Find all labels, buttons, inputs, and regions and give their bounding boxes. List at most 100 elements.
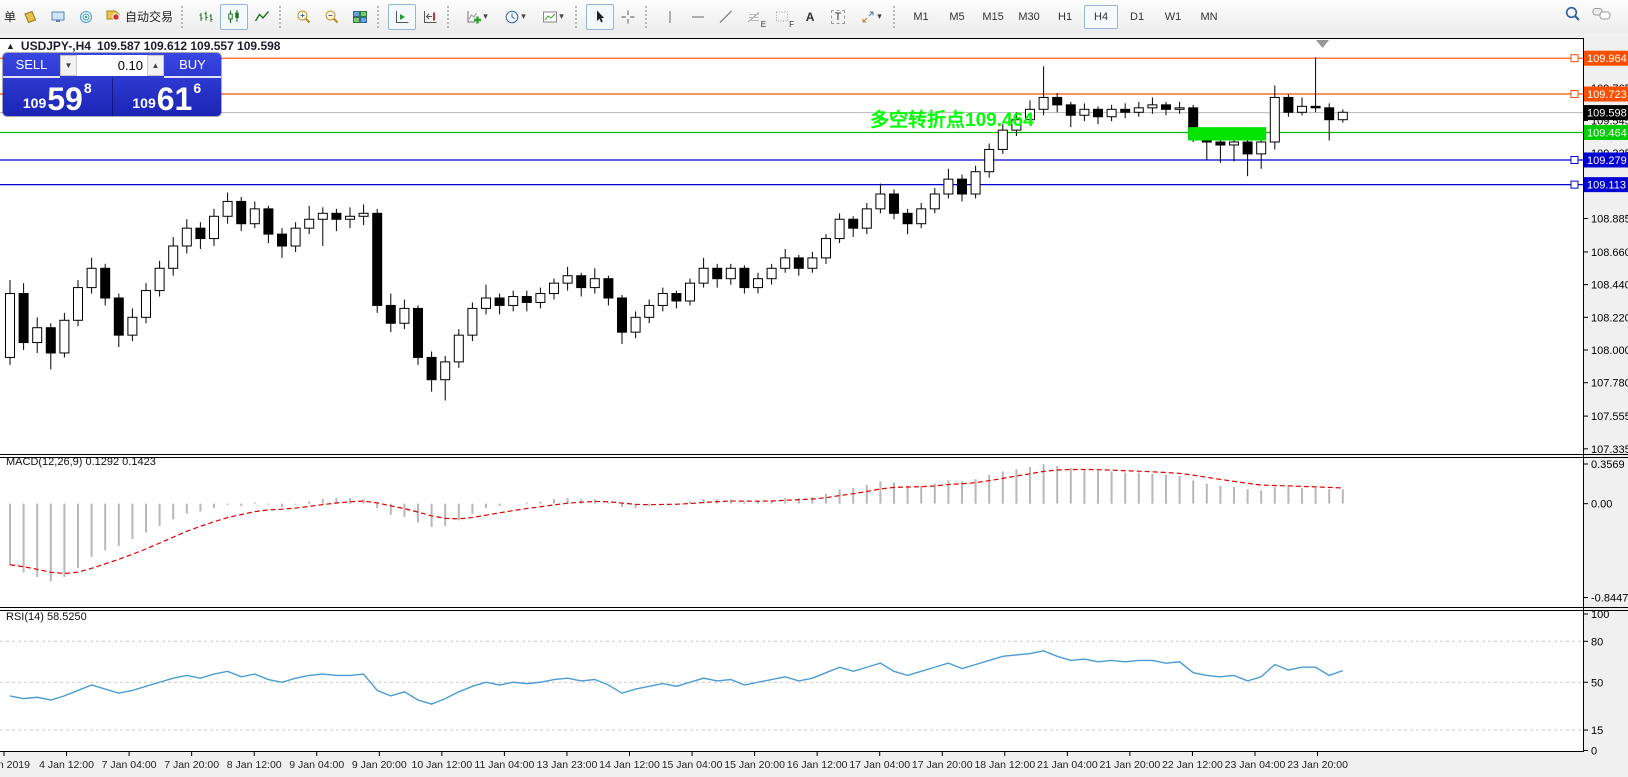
zoom-in-button[interactable] [290, 4, 318, 30]
indicators-button[interactable]: ▾ [458, 4, 496, 30]
vertical-line-button[interactable] [656, 4, 684, 30]
candle-up [250, 209, 259, 224]
volume-control: ▼ ▲ [60, 55, 164, 76]
candle-down [264, 209, 273, 234]
candle-down [1311, 106, 1320, 107]
line-handle[interactable] [1571, 181, 1578, 188]
chart-plot-area[interactable] [0, 39, 1584, 752]
timeframe-d1-button[interactable]: D1 [1120, 5, 1154, 29]
candle-up [1148, 105, 1157, 108]
candle-up [1080, 109, 1089, 115]
macd-tick-label: -0.8447 [1591, 593, 1628, 605]
chart-shift-icon [422, 9, 438, 25]
line-handle[interactable] [1571, 91, 1578, 98]
indicators-icon [466, 9, 482, 25]
trendline-button[interactable] [712, 4, 740, 30]
chart-canvas[interactable]: 109.765109.545109.325109.105108.885108.6… [0, 0, 1628, 777]
tile-windows-button[interactable] [346, 4, 374, 30]
candle-up [550, 283, 559, 293]
toolbar-grip [279, 6, 285, 28]
arrows-tool-button[interactable]: ▾ [852, 4, 890, 30]
time-tick-label: 7 Jan 20:00 [164, 759, 219, 771]
auto-trading-label: 自动交易 [125, 8, 173, 25]
dropdown-arrow-icon: ▾ [521, 11, 526, 22]
candle-down [196, 228, 205, 238]
candle-up [1338, 112, 1347, 119]
timeframe-m15-button[interactable]: M15 [976, 5, 1010, 29]
pivot-zone-rect[interactable] [1188, 127, 1266, 140]
candle-up [87, 268, 96, 287]
crosshair-button[interactable] [614, 4, 642, 30]
main-toolbar: 单 自动交易 ▾ ▾ ▾ E F A T ▾ M1M5M15M30H1H4D1W… [0, 0, 1628, 33]
candle-down [903, 213, 912, 223]
periods-button[interactable]: ▾ [496, 4, 534, 30]
time-tick-label: 16 Jan 12:00 [787, 759, 848, 771]
candle-down [849, 219, 858, 228]
line-handle[interactable] [1571, 55, 1578, 62]
toolbar-grip [893, 6, 899, 28]
line-handle[interactable] [1571, 156, 1578, 163]
volume-decrease-button[interactable]: ▼ [60, 55, 77, 76]
buy-price-head: 109 [132, 95, 155, 111]
chat-icon[interactable] [1592, 6, 1612, 27]
one-click-collapse-arrow-icon[interactable]: ▲ [6, 41, 15, 51]
timeframe-mn-button[interactable]: MN [1192, 5, 1226, 29]
buy-button[interactable]: BUY [164, 53, 221, 78]
candle-up [1175, 108, 1184, 109]
zoom-out-button[interactable] [318, 4, 346, 30]
candle-up [930, 194, 939, 209]
pivot-annotation-text[interactable]: 多空转折点109.464 [870, 105, 1034, 132]
horizontal-line-button[interactable] [684, 4, 712, 30]
text-label-button[interactable]: T [824, 4, 852, 30]
candle-up [985, 149, 994, 171]
candle-up [767, 268, 776, 278]
timeframe-m30-button[interactable]: M30 [1012, 5, 1046, 29]
candle-up [876, 194, 885, 209]
price-badge-label: 109.113 [1587, 180, 1626, 192]
macd-label: MACD(12,26,9) 0.1292 0.1423 [6, 456, 156, 468]
macd-tick-label: 0.3569 [1591, 459, 1625, 471]
volume-increase-button[interactable]: ▲ [147, 55, 164, 76]
history-center-button[interactable] [16, 4, 44, 30]
toolbar-grip [181, 6, 187, 28]
new-order-truncated-label[interactable]: 单 [4, 8, 16, 25]
sell-button[interactable]: SELL [3, 53, 60, 78]
timeframe-m5-button[interactable]: M5 [940, 5, 974, 29]
timeframe-h4-button[interactable]: H4 [1084, 5, 1118, 29]
sell-price-display[interactable]: 109 59 8 [3, 78, 113, 116]
clock-icon [504, 9, 520, 25]
candle-up [645, 305, 654, 317]
candle-down [237, 201, 246, 223]
candle-up [686, 283, 695, 301]
line-chart-button[interactable] [248, 4, 276, 30]
bar-chart-button[interactable] [192, 4, 220, 30]
channel-sub-letter: E [761, 20, 766, 29]
auto-scroll-button[interactable] [388, 4, 416, 30]
candle-down [427, 357, 436, 379]
time-tick-label: 17 Jan 04:00 [849, 759, 910, 771]
fibonacci-button[interactable]: F [768, 4, 796, 30]
timeframe-m1-button[interactable]: M1 [904, 5, 938, 29]
candle-up [400, 308, 409, 323]
templates-button[interactable]: ▾ [534, 4, 572, 30]
candlestick-chart-button[interactable] [220, 4, 248, 30]
text-tool-button[interactable]: A [796, 4, 824, 30]
auto-trading-button[interactable]: 自动交易 [100, 4, 178, 30]
timeframe-w1-button[interactable]: W1 [1156, 5, 1190, 29]
volume-input[interactable] [77, 56, 147, 75]
signal-icon [78, 9, 94, 25]
cursor-button[interactable] [586, 4, 614, 30]
search-icon[interactable] [1564, 5, 1582, 28]
time-tick-label: 23 Jan 04:00 [1225, 759, 1286, 771]
candle-down [794, 258, 803, 268]
terminal-button[interactable] [44, 4, 72, 30]
chart-shift-button[interactable] [416, 4, 444, 30]
signal-button[interactable] [72, 4, 100, 30]
candle-down [1121, 109, 1130, 112]
candle-up [441, 362, 450, 380]
buy-price-display[interactable]: 109 61 6 [113, 78, 222, 116]
time-tick-label: 18 Jan 12:00 [974, 759, 1035, 771]
candle-up [699, 268, 708, 283]
equidistant-channel-button[interactable]: E [740, 4, 768, 30]
timeframe-h1-button[interactable]: H1 [1048, 5, 1082, 29]
